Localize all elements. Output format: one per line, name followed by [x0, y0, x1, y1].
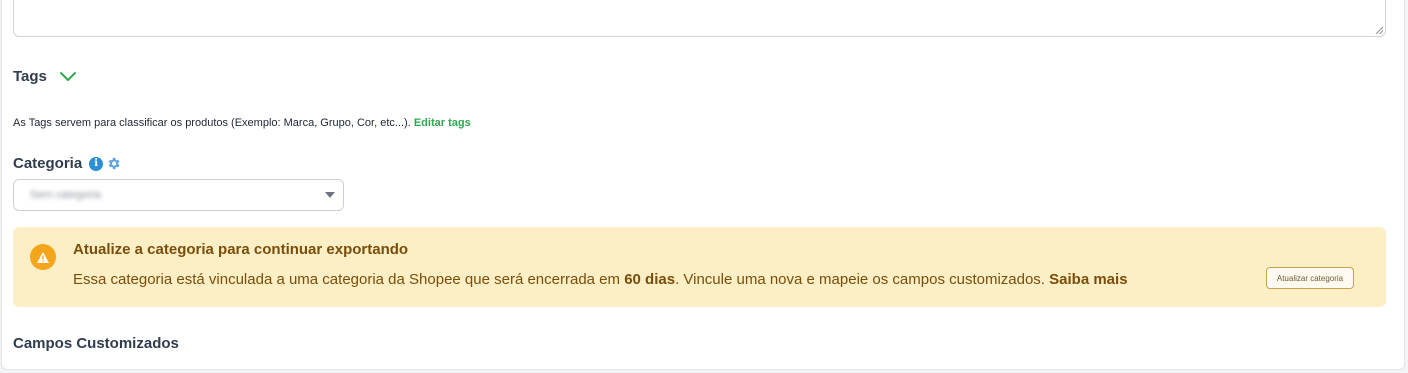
gear-icon[interactable] — [106, 156, 121, 171]
learn-more-link[interactable]: Saiba mais — [1049, 271, 1127, 288]
info-icon[interactable]: i — [89, 156, 104, 171]
resize-grip-icon[interactable] — [1375, 26, 1383, 34]
custom-fields-section: Campos Customizados — [13, 335, 179, 353]
tags-title: Tags — [13, 68, 47, 85]
category-warning-alert: Atualize a categoria para continuar expo… — [13, 227, 1386, 307]
tags-header[interactable]: Tags — [13, 68, 77, 85]
alert-days: 60 dias — [624, 271, 676, 288]
chevron-down-icon[interactable] — [59, 71, 77, 83]
custom-fields-title: Campos Customizados — [13, 335, 179, 352]
alert-text-1: Essa categoria está vinculada a uma cate… — [73, 271, 625, 288]
category-header: Categoria i — [13, 155, 121, 172]
alert-title: Atualize a categoria para continuar expo… — [73, 241, 409, 258]
warning-icon — [30, 244, 56, 270]
description-textarea[interactable] — [13, 0, 1386, 37]
category-select[interactable]: Sem categoria — [13, 179, 344, 211]
category-title: Categoria — [13, 155, 83, 172]
update-category-button[interactable]: Atualizar categoria — [1266, 267, 1354, 289]
caret-down-icon — [325, 192, 335, 198]
tags-help-text: As Tags servem para classificar os produ… — [13, 117, 471, 129]
category-select-value: Sem categoria — [30, 189, 101, 201]
alert-text-2: . Vincule uma nova e mapeie os campos cu… — [675, 271, 1050, 288]
alert-message: Essa categoria está vinculada a uma cate… — [73, 271, 1128, 288]
edit-tags-link[interactable]: Editar tags — [414, 117, 471, 129]
tags-help-label: As Tags servem para classificar os produ… — [13, 117, 414, 129]
